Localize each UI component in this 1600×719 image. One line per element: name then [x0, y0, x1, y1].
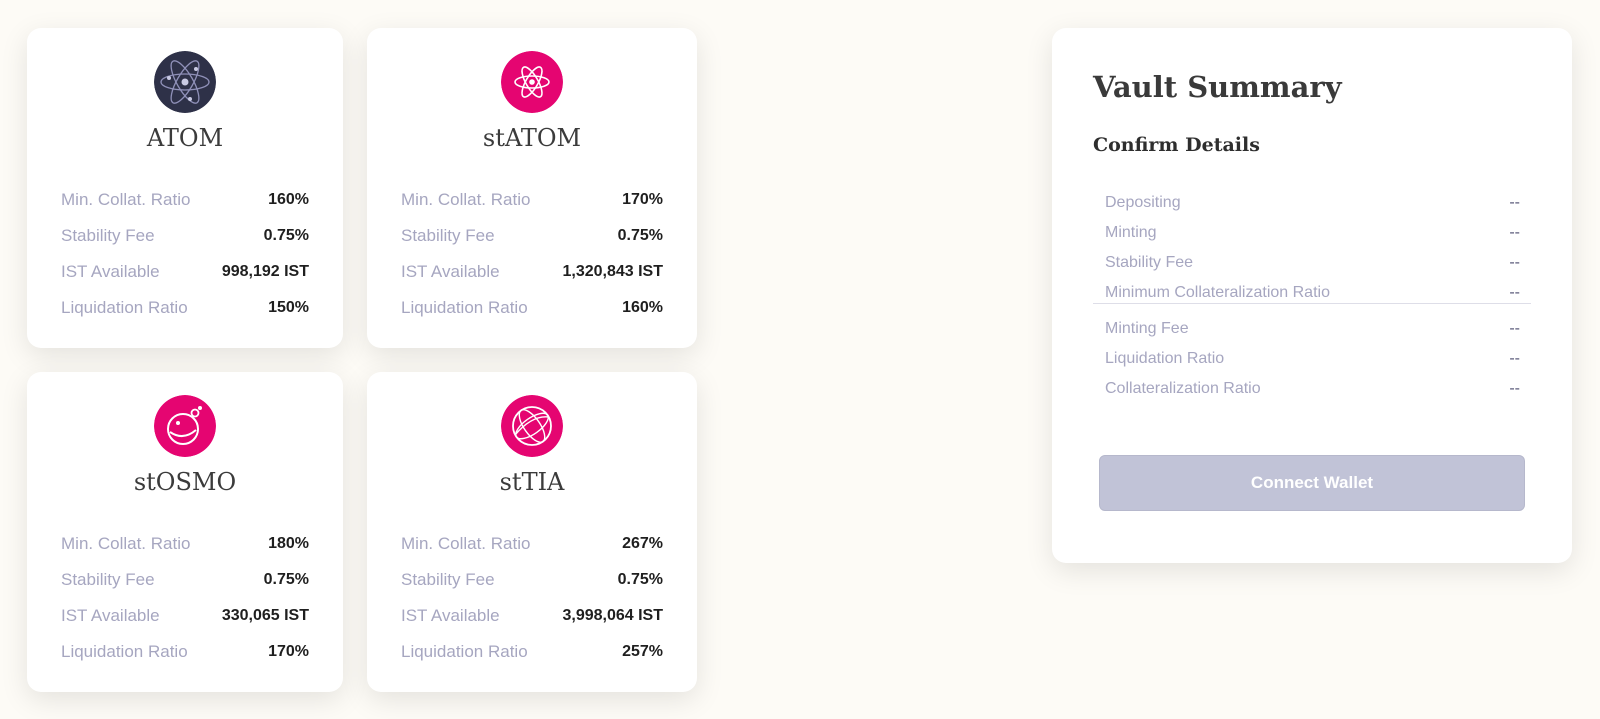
row-label: IST Available — [401, 262, 500, 281]
row-value: -- — [1509, 350, 1520, 367]
row-label: Depositing — [1105, 194, 1181, 211]
row-value: 0.75% — [263, 227, 309, 244]
vault-name: stTIA — [499, 468, 565, 496]
stability-fee-row: Stability Fee -- — [1105, 248, 1520, 278]
row-label: Stability Fee — [61, 226, 155, 245]
row-label: Minting — [1105, 224, 1157, 241]
liquidation-ratio-row: Liquidation Ratio 160% — [401, 290, 663, 326]
row-label: Liquidation Ratio — [401, 642, 528, 661]
vault-name: ATOM — [146, 124, 224, 152]
summary-divider — [1093, 303, 1531, 304]
row-value: 330,065 IST — [221, 607, 309, 624]
vault-stats: Min. Collat. Ratio 160% Stability Fee 0.… — [61, 182, 309, 326]
row-value: 267% — [622, 535, 663, 552]
liquidation-ratio-row: Liquidation Ratio 257% — [401, 634, 663, 670]
vault-summary-title: Vault Summary — [1093, 70, 1342, 104]
row-label: Minimum Collateralization Ratio — [1105, 284, 1330, 301]
row-value: 170% — [622, 191, 663, 208]
vault-name: stATOM — [482, 124, 582, 152]
minting-row: Minting -- — [1105, 218, 1520, 248]
liquidation-ratio-row: Liquidation Ratio 170% — [61, 634, 309, 670]
row-value: 257% — [622, 643, 663, 660]
sttia-coin-icon — [501, 395, 563, 457]
row-value: 0.75% — [617, 227, 663, 244]
connect-wallet-button[interactable]: Connect Wallet — [1099, 455, 1525, 511]
row-value: -- — [1509, 194, 1520, 211]
stability-fee-row: Stability Fee 0.75% — [61, 218, 309, 254]
summary-details-group: Depositing -- Minting -- Stability Fee -… — [1105, 188, 1520, 308]
row-value: 3,998,064 IST — [562, 607, 663, 624]
vault-stats: Min. Collat. Ratio 267% Stability Fee 0.… — [401, 526, 663, 670]
liquidation-ratio-row: Liquidation Ratio -- — [1105, 344, 1520, 374]
row-label: Stability Fee — [61, 570, 155, 589]
row-value: 0.75% — [617, 571, 663, 588]
min-collat-ratio-row: Min. Collat. Ratio 160% — [61, 182, 309, 218]
row-label: Liquidation Ratio — [1105, 350, 1225, 367]
summary-fees-group: Minting Fee -- Liquidation Ratio -- Coll… — [1105, 314, 1520, 404]
row-value: -- — [1509, 254, 1520, 271]
row-value: 150% — [268, 299, 309, 316]
collateralization-ratio-row: Collateralization Ratio -- — [1105, 374, 1520, 404]
row-value: -- — [1509, 224, 1520, 241]
ist-available-row: IST Available 3,998,064 IST — [401, 598, 663, 634]
row-label: Minting Fee — [1105, 320, 1189, 337]
row-value: 1,320,843 IST — [562, 263, 663, 280]
vault-page: ATOM Min. Collat. Ratio 160% Stability F… — [0, 0, 1600, 719]
ist-available-row: IST Available 330,065 IST — [61, 598, 309, 634]
row-label: Collateralization Ratio — [1105, 380, 1261, 397]
row-label: Liquidation Ratio — [61, 642, 188, 661]
ist-available-row: IST Available 1,320,843 IST — [401, 254, 663, 290]
vault-stats: Min. Collat. Ratio 180% Stability Fee 0.… — [61, 526, 309, 670]
stability-fee-row: Stability Fee 0.75% — [61, 562, 309, 598]
row-label: Stability Fee — [1105, 254, 1194, 271]
ist-available-row: IST Available 998,192 IST — [61, 254, 309, 290]
depositing-row: Depositing -- — [1105, 188, 1520, 218]
vault-stats: Min. Collat. Ratio 170% Stability Fee 0.… — [401, 182, 663, 326]
stability-fee-row: Stability Fee 0.75% — [401, 218, 663, 254]
min-collat-ratio-row: Min. Collat. Ratio 180% — [61, 526, 309, 562]
row-value: -- — [1509, 320, 1520, 337]
row-label: IST Available — [401, 606, 500, 625]
liquidation-ratio-row: Liquidation Ratio 150% — [61, 290, 309, 326]
row-label: Min. Collat. Ratio — [61, 190, 191, 209]
vault-card-stosmo[interactable]: stOSMO Min. Collat. Ratio 180% Stability… — [27, 372, 343, 692]
statom-coin-icon — [501, 51, 563, 113]
row-value: 998,192 IST — [221, 263, 309, 280]
row-label: IST Available — [61, 606, 160, 625]
row-label: Stability Fee — [401, 226, 495, 245]
min-collat-ratio-row: Min. Collat. Ratio 267% — [401, 526, 663, 562]
row-value: 180% — [268, 535, 309, 552]
vault-card-sttia[interactable]: stTIA Min. Collat. Ratio 267% Stability … — [367, 372, 697, 692]
row-value: -- — [1509, 380, 1520, 397]
row-value: 160% — [622, 299, 663, 316]
row-label: IST Available — [61, 262, 160, 281]
vault-name: stOSMO — [133, 468, 237, 496]
row-label: Min. Collat. Ratio — [401, 190, 531, 209]
row-value: 0.75% — [263, 571, 309, 588]
stosmo-coin-icon — [154, 395, 216, 457]
minting-fee-row: Minting Fee -- — [1105, 314, 1520, 344]
row-label: Liquidation Ratio — [401, 298, 528, 317]
row-label: Min. Collat. Ratio — [61, 534, 191, 553]
stability-fee-row: Stability Fee 0.75% — [401, 562, 663, 598]
row-value: -- — [1509, 284, 1520, 301]
vault-card-atom[interactable]: ATOM Min. Collat. Ratio 160% Stability F… — [27, 28, 343, 348]
row-label: Stability Fee — [401, 570, 495, 589]
row-value: 170% — [268, 643, 309, 660]
min-collat-ratio-row: Min. Collat. Ratio 170% — [401, 182, 663, 218]
atom-coin-icon — [154, 51, 216, 113]
row-label: Min. Collat. Ratio — [401, 534, 531, 553]
vault-card-statom[interactable]: stATOM Min. Collat. Ratio 170% Stability… — [367, 28, 697, 348]
row-label: Liquidation Ratio — [61, 298, 188, 317]
confirm-details-heading: Confirm Details — [1093, 134, 1260, 156]
row-value: 160% — [268, 191, 309, 208]
vault-summary-panel: Vault Summary Confirm Details Depositing… — [1052, 28, 1572, 563]
